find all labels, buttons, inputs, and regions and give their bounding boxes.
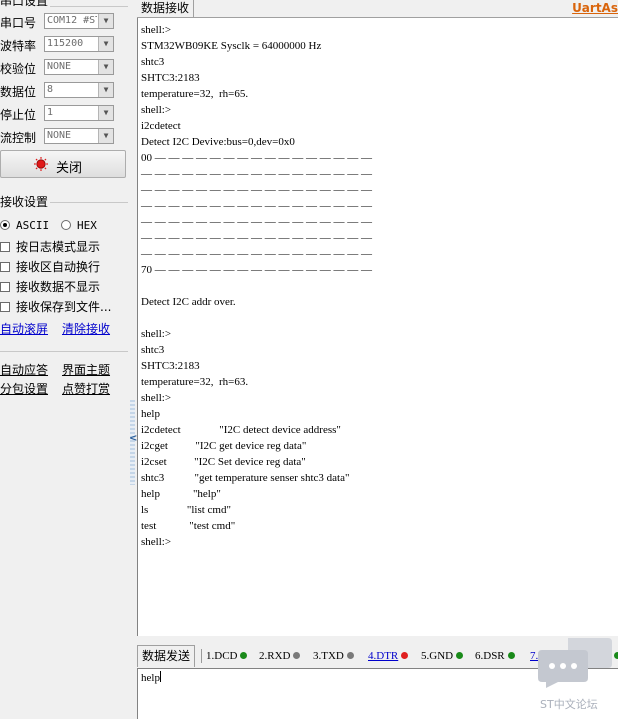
baud-row: 波特率 115200 ▼ xyxy=(0,35,128,54)
like-link[interactable]: 点赞打赏 xyxy=(62,380,110,397)
receive-textarea[interactable]: shell:> STM32WB09KE Sysclk = 64000000 Hz… xyxy=(137,18,618,636)
radio-selected-icon[interactable] xyxy=(0,220,10,230)
save-file-label: 接收保存到文件... xyxy=(16,300,112,314)
signal-txd: 3.TXD xyxy=(313,650,354,662)
send-text-value: help xyxy=(141,672,160,684)
status-dot-icon xyxy=(240,652,248,659)
receive-text: shell:> STM32WB09KE Sysclk = 64000000 Hz… xyxy=(141,24,372,548)
signal-rxd: 2.RXD xyxy=(259,650,301,662)
checkbox-icon[interactable] xyxy=(0,242,10,252)
baud-select[interactable]: 115200 ▼ xyxy=(44,36,114,52)
status-dot-icon xyxy=(507,652,515,659)
flow-value: NONE xyxy=(47,130,72,141)
baud-value: 115200 xyxy=(47,38,84,49)
checkbox-icon[interactable] xyxy=(0,282,10,292)
status-light-icon xyxy=(34,157,48,171)
hex-label: HEX xyxy=(77,219,97,232)
status-dot-icon xyxy=(401,652,409,659)
signal-label: 2.RXD xyxy=(259,650,291,662)
divider xyxy=(201,649,202,663)
log-mode-checkbox[interactable]: 按日志模式显示 xyxy=(0,238,100,256)
hex-radio[interactable]: HEX xyxy=(61,218,97,236)
checkbox-icon[interactable] xyxy=(0,262,10,272)
checkbox-icon[interactable] xyxy=(0,302,10,312)
databits-label: 数据位 xyxy=(0,85,37,99)
panel-splitter[interactable]: < xyxy=(129,0,137,719)
brand-link[interactable]: UartAs xyxy=(572,0,618,16)
tab-receive[interactable]: 数据接收 xyxy=(137,0,195,17)
databits-select[interactable]: 8 ▼ xyxy=(44,82,114,98)
auto-reply-link[interactable]: 自动应答 xyxy=(0,361,48,378)
chevron-down-icon[interactable]: ▼ xyxy=(98,37,113,51)
stopbits-select[interactable]: 1 ▼ xyxy=(44,105,114,121)
signal-label: 6.DSR xyxy=(475,650,505,662)
chevron-down-icon[interactable]: ▼ xyxy=(98,83,113,97)
signal-label: 1.DCD xyxy=(206,650,238,662)
stopbits-label: 停止位 xyxy=(0,108,37,122)
chevron-down-icon[interactable]: ▼ xyxy=(98,60,113,74)
packet-settings-link[interactable]: 分包设置 xyxy=(0,380,48,397)
flow-select[interactable]: NONE ▼ xyxy=(44,128,114,144)
serial-settings-title: 串口设置 xyxy=(0,0,51,8)
baud-label: 波特率 xyxy=(0,39,37,53)
chevron-down-icon[interactable]: ▼ xyxy=(98,129,113,143)
log-mode-label: 按日志模式显示 xyxy=(16,240,101,254)
signal-dcd: 1.DCD xyxy=(206,650,248,662)
hide-data-label: 接收数据不显示 xyxy=(16,280,101,294)
status-dot-icon xyxy=(346,652,354,659)
clear-receive-link[interactable]: 清除接收 xyxy=(62,320,110,337)
text-caret xyxy=(159,671,161,682)
port-value: COM12 #ST xyxy=(47,15,97,26)
tab-send[interactable]: 数据发送 xyxy=(137,645,196,667)
port-label: 串口号 xyxy=(0,16,37,30)
flow-row: 流控制 NONE ▼ xyxy=(0,127,128,146)
databits-value: 8 xyxy=(47,84,54,95)
radio-icon[interactable] xyxy=(61,220,71,230)
chevron-down-icon[interactable]: ▼ xyxy=(98,106,113,120)
forum-logo-icon xyxy=(538,638,612,688)
port-select[interactable]: COM12 #ST ▼ xyxy=(44,13,114,29)
parity-row: 校验位 NONE ▼ xyxy=(0,58,128,77)
receive-tab-bar: 数据接收 UartAs xyxy=(137,0,618,18)
parity-value: NONE xyxy=(47,61,72,72)
stopbits-value: 1 xyxy=(47,107,54,118)
signal-label: 3.TXD xyxy=(313,650,344,662)
watermark: ST中文论坛 xyxy=(532,632,618,719)
watermark-text: ST中文论坛 xyxy=(540,698,598,711)
chevron-down-icon[interactable]: ▼ xyxy=(98,14,113,28)
receive-settings-title: 接收设置 xyxy=(0,195,51,209)
port-row: 串口号 COM12 #ST ▼ xyxy=(0,12,128,31)
ascii-radio[interactable]: ASCII xyxy=(0,218,49,236)
group-border xyxy=(0,351,128,352)
signal-label: 5.GND xyxy=(421,650,454,662)
hide-data-checkbox[interactable]: 接收数据不显示 xyxy=(0,278,100,296)
stopbits-row: 停止位 1 ▼ xyxy=(0,104,128,123)
parity-select[interactable]: NONE ▼ xyxy=(44,59,114,75)
signal-dsr: 6.DSR xyxy=(475,650,515,662)
flow-label: 流控制 xyxy=(0,131,37,145)
left-panel: 串口设置 串口号 COM12 #ST ▼ 波特率 115200 ▼ 校验位 NO… xyxy=(0,0,129,719)
ascii-label: ASCII xyxy=(16,219,50,232)
signal-gnd: 5.GND xyxy=(421,650,464,662)
databits-row: 数据位 8 ▼ xyxy=(0,81,128,100)
theme-link[interactable]: 界面主题 xyxy=(62,361,110,378)
send-text: help xyxy=(141,671,161,684)
status-dot-icon xyxy=(456,652,464,659)
close-button-label: 关闭 xyxy=(56,161,83,176)
signal-label: 4.DTR xyxy=(368,650,399,662)
auto-wrap-checkbox[interactable]: 接收区自动换行 xyxy=(0,258,100,276)
close-port-button[interactable]: 关闭 xyxy=(0,150,126,178)
auto-scroll-link[interactable]: 自动滚屏 xyxy=(0,320,48,337)
auto-wrap-label: 接收区自动换行 xyxy=(16,260,101,274)
parity-label: 校验位 xyxy=(0,62,37,76)
save-file-checkbox[interactable]: 接收保存到文件... xyxy=(0,298,111,316)
status-dot-icon xyxy=(293,652,301,659)
signal-dtr[interactable]: 4.DTR xyxy=(368,650,409,662)
